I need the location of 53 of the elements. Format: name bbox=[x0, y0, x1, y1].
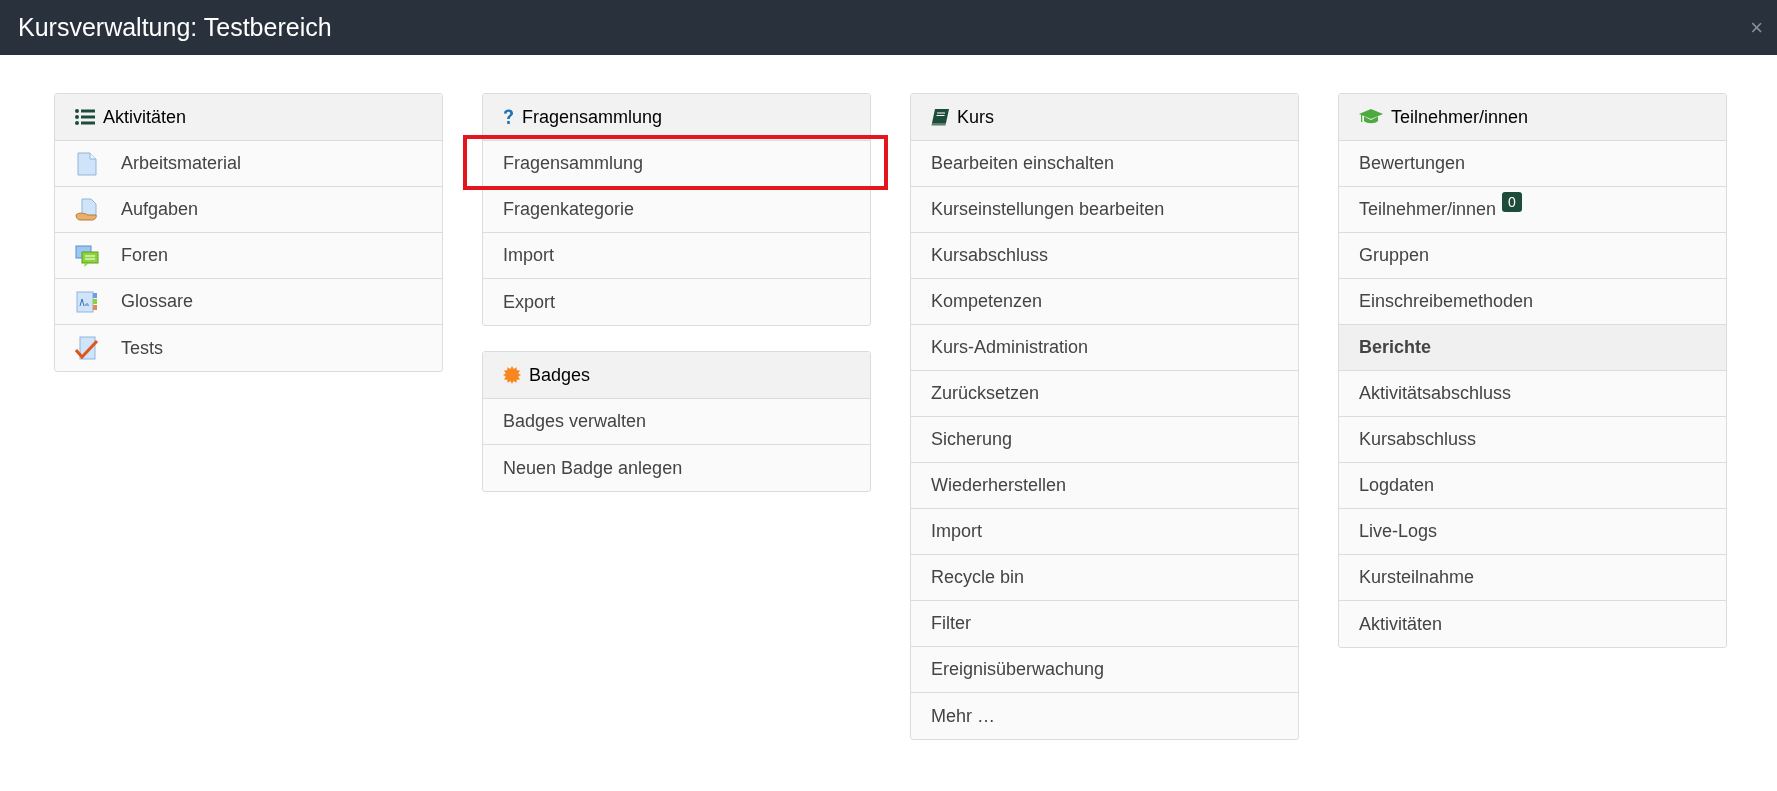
hand-holding-paper-icon bbox=[75, 197, 99, 222]
graduation-cap-icon bbox=[1359, 108, 1383, 126]
menu-link[interactable]: Import bbox=[503, 242, 554, 269]
menu-link[interactable]: Kursteilnahme bbox=[1359, 564, 1475, 591]
menu-link[interactable]: Badges verwalten bbox=[503, 408, 647, 435]
checklist-icon bbox=[75, 336, 99, 360]
card-title: Aktivitäten bbox=[103, 105, 187, 129]
menu-link[interactable]: Live-Logs bbox=[1359, 518, 1438, 545]
menu-link[interactable]: Aktivitätsabschluss bbox=[1359, 380, 1512, 407]
starburst-icon bbox=[503, 366, 521, 384]
list-icon bbox=[75, 109, 95, 125]
menu-link[interactable]: Kurseinstellungen bearbeiten bbox=[931, 196, 1165, 223]
menu-link[interactable]: Glossare bbox=[121, 288, 194, 315]
window-title: Kursverwaltung: Testbereich bbox=[18, 11, 332, 43]
menu-link[interactable]: Mehr … bbox=[931, 702, 995, 730]
menu-link[interactable]: Aufgaben bbox=[121, 196, 199, 223]
card-title: Badges bbox=[529, 363, 591, 387]
menu-link[interactable]: Kompetenzen bbox=[931, 288, 1043, 315]
speech-bubbles-icon bbox=[75, 243, 99, 268]
dictionary-icon bbox=[75, 289, 99, 314]
menu-link[interactable]: Export bbox=[503, 288, 556, 316]
menu-link[interactable]: Aktivitäten bbox=[1359, 610, 1443, 638]
book-icon bbox=[931, 108, 949, 126]
menu-link[interactable]: Neuen Badge anlegen bbox=[503, 454, 683, 482]
menu-link[interactable]: Kursabschluss bbox=[931, 242, 1049, 269]
menu-link[interactable]: Wiederherstellen bbox=[931, 472, 1067, 499]
menu-link[interactable]: Gruppen bbox=[1359, 242, 1430, 269]
question-mark-icon bbox=[503, 109, 514, 125]
count-badge: 0 bbox=[1502, 192, 1522, 212]
menu-link[interactable]: Sicherung bbox=[931, 426, 1013, 453]
menu-link[interactable]: Teilnehmer/innen bbox=[1359, 196, 1497, 223]
menu-link[interactable]: Logdaten bbox=[1359, 472, 1435, 499]
menu-link[interactable]: Ereignisüberwachung bbox=[931, 656, 1105, 683]
menu-link[interactable]: Bearbeiten einschalten bbox=[931, 150, 1115, 177]
card-title: Kurs bbox=[957, 105, 994, 129]
menu-link[interactable]: Recycle bin bbox=[931, 564, 1025, 591]
menu-link[interactable]: Fragensammlung bbox=[503, 150, 644, 177]
menu-link[interactable]: Bewertungen bbox=[1359, 150, 1466, 177]
section-heading: Berichte bbox=[1359, 336, 1432, 359]
menu-link[interactable]: Arbeitsmaterial bbox=[121, 150, 242, 177]
menu-link[interactable]: Tests bbox=[121, 334, 163, 362]
menu-link[interactable]: Import bbox=[931, 518, 982, 545]
menu-link[interactable]: Fragenkategorie bbox=[503, 196, 635, 223]
menu-link[interactable]: Kursabschluss bbox=[1359, 426, 1477, 453]
menu-link[interactable]: Zurücksetzen bbox=[931, 380, 1040, 407]
menu-link[interactable]: Foren bbox=[121, 242, 169, 269]
document-icon bbox=[75, 151, 99, 176]
card-title: Fragensammlung bbox=[522, 105, 663, 129]
menu-link[interactable]: Kurs-Administration bbox=[931, 334, 1089, 361]
close-button[interactable]: × bbox=[1750, 16, 1763, 39]
menu-link[interactable]: Filter bbox=[931, 610, 971, 637]
menu-link[interactable]: Einschreibemethoden bbox=[1359, 288, 1534, 315]
card-title: Teilnehmer/innen bbox=[1391, 105, 1529, 129]
